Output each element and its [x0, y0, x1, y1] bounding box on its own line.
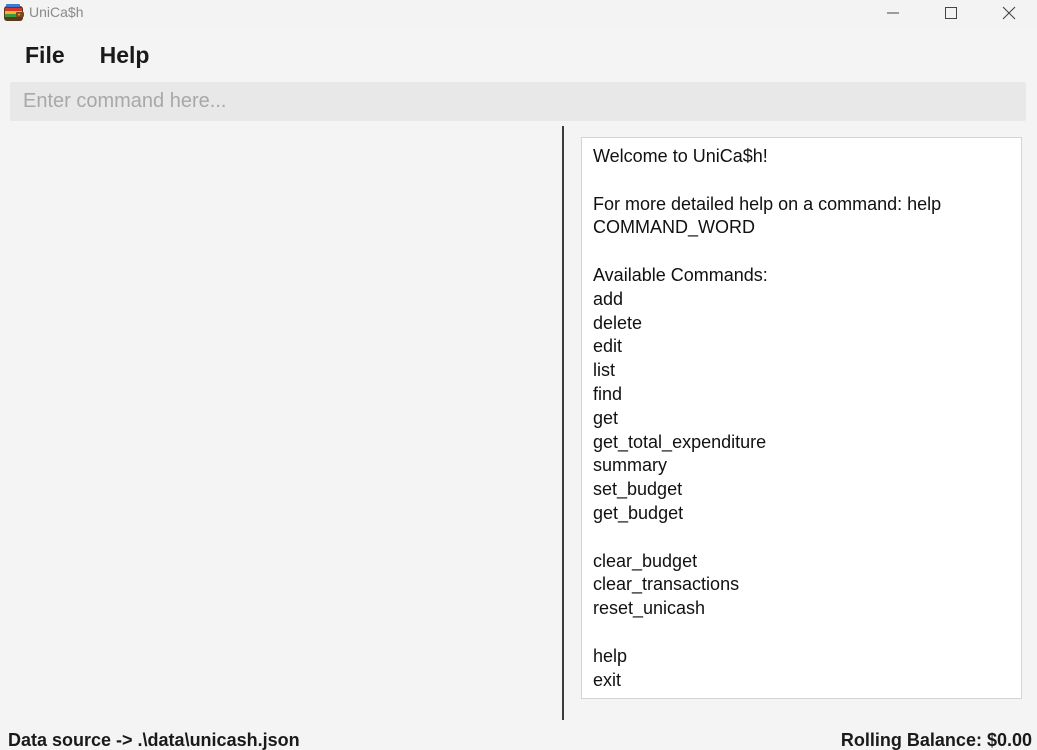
result-text: Welcome to UniCa$h! For more detailed hel…	[593, 145, 1010, 692]
result-line: summary	[593, 455, 668, 476]
maximize-icon	[945, 7, 957, 19]
result-line: reset_unicash	[593, 598, 706, 619]
result-line	[593, 526, 1010, 550]
window-title: UniCa$h	[29, 4, 84, 20]
result-line: find	[593, 383, 623, 404]
result-line: Available Commands:	[593, 264, 768, 285]
result-line: edit	[593, 336, 623, 357]
result-line: list	[593, 360, 615, 381]
status-bar: Data source -> .\data\unicash.json Rolli…	[0, 720, 1037, 750]
menu-bar: File Help	[0, 34, 166, 76]
result-line: delete	[593, 312, 643, 333]
result-line	[593, 169, 1010, 193]
result-line	[593, 240, 1010, 264]
result-line: get_budget	[593, 502, 684, 523]
result-line: For more detailed help on a command: hel…	[593, 193, 942, 214]
result-line	[593, 621, 1010, 645]
result-line: set_budget	[593, 479, 683, 500]
app-window: UniCa$h File Help Welcome to UniCa$h! For…	[0, 0, 1037, 750]
close-button[interactable]	[980, 0, 1037, 26]
result-line: add	[593, 288, 624, 309]
rolling-balance-label: Rolling Balance: $0.00	[840, 730, 1032, 750]
data-source-label: Data source -> .\data\unicash.json	[8, 730, 300, 750]
wallet-icon	[3, 3, 25, 23]
result-line: Welcome to UniCa$h!	[593, 146, 768, 166]
result-line: get_total_expenditure	[593, 431, 767, 452]
result-display[interactable]: Welcome to UniCa$h! For more detailed hel…	[581, 137, 1022, 699]
result-line: clear_transactions	[593, 574, 740, 595]
menu-file[interactable]: File	[25, 42, 82, 69]
title-bar[interactable]: UniCa$h	[0, 0, 1037, 26]
result-line: get	[593, 407, 619, 428]
result-line: help	[593, 645, 628, 666]
close-icon	[1002, 6, 1016, 20]
split-pane-divider[interactable]	[562, 126, 564, 720]
transaction-list-panel[interactable]	[0, 126, 562, 720]
menu-help[interactable]: Help	[100, 42, 167, 69]
result-line: exit	[593, 669, 622, 690]
result-line: COMMAND_WORD	[593, 217, 755, 238]
result-line: clear_budget	[593, 550, 698, 571]
minimize-button[interactable]	[864, 0, 922, 26]
command-input[interactable]	[10, 82, 1026, 121]
minimize-icon	[887, 12, 899, 14]
maximize-button[interactable]	[922, 0, 980, 26]
